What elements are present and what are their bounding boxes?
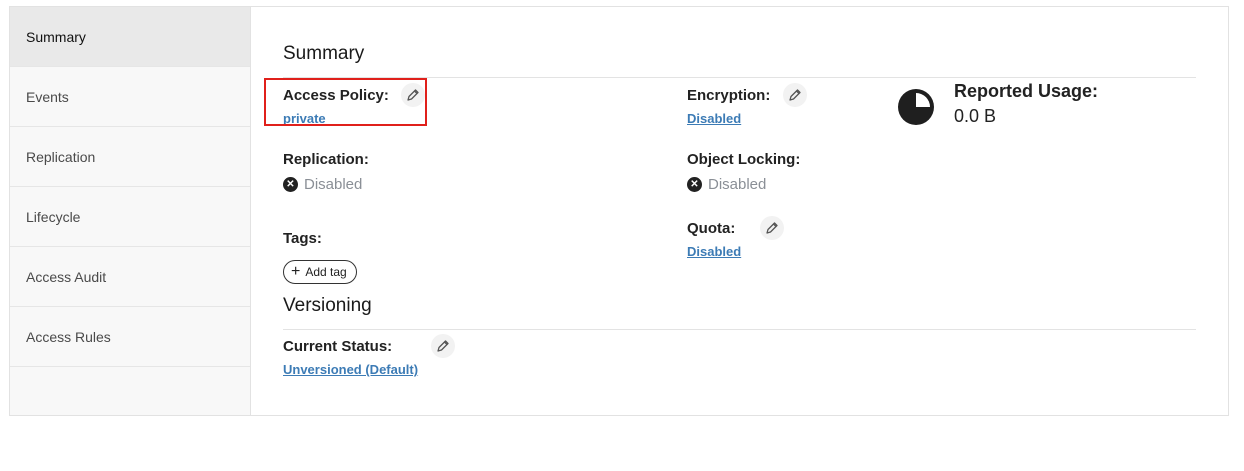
pencil-icon: [789, 89, 801, 101]
access-policy-label: Access Policy:: [283, 86, 389, 104]
versioning-divider: [283, 329, 1196, 330]
disabled-x-icon: ✕: [687, 177, 702, 192]
pencil-icon: [766, 222, 778, 234]
access-policy-value[interactable]: private: [283, 111, 425, 126]
reported-usage-value: 0.0 B: [954, 106, 997, 126]
current-status-field: Current Status: Unversioned (Default): [283, 334, 455, 377]
quota-field: Quota: Disabled: [687, 216, 784, 259]
access-policy-edit-button[interactable]: [401, 83, 426, 107]
summary-divider: [283, 77, 1196, 78]
replication-field: Replication: ✕ Disabled: [283, 151, 369, 193]
sidebar-item-lifecycle[interactable]: Lifecycle: [10, 187, 250, 247]
sidebar-item-events[interactable]: Events: [10, 67, 250, 127]
versioning-title: Versioning: [283, 295, 372, 316]
encryption-value[interactable]: Disabled: [687, 111, 807, 126]
quota-label: Quota:: [687, 219, 736, 237]
pencil-icon: [436, 340, 449, 352]
object-locking-field: Object Locking: ✕ Disabled: [687, 151, 800, 193]
object-locking-label: Object Locking:: [687, 151, 801, 169]
replication-status: ✕ Disabled: [283, 176, 369, 193]
add-tag-label: Add tag: [305, 265, 347, 279]
sidebar-item-summary[interactable]: Summary: [10, 7, 250, 67]
sidebar-item-access-rules[interactable]: Access Rules: [10, 307, 250, 367]
summary-title: Summary: [283, 43, 365, 64]
replication-value: Disabled: [304, 176, 363, 193]
quota-value[interactable]: Disabled: [687, 244, 784, 259]
plus-icon: +: [291, 263, 301, 280]
disabled-x-icon: ✕: [283, 177, 298, 192]
versioning-edit-button[interactable]: [430, 334, 455, 358]
bucket-panel: Summary Events Replication Lifecycle Acc…: [9, 6, 1229, 416]
object-locking-value: Disabled: [708, 176, 767, 193]
encryption-field: Encryption: Disabled: [687, 83, 807, 126]
tags-field: Tags:: [283, 230, 322, 248]
pencil-icon: [407, 89, 420, 101]
object-locking-status: ✕ Disabled: [687, 176, 800, 193]
tags-label: Tags:: [283, 230, 322, 248]
pie-chart-icon: [898, 89, 934, 125]
replication-label: Replication:: [283, 151, 369, 169]
main-content: Summary Access Policy: private Encryptio…: [251, 7, 1228, 415]
access-policy-field: Access Policy: private: [283, 83, 426, 126]
current-status-value[interactable]: Unversioned (Default): [283, 362, 455, 377]
encryption-label: Encryption:: [687, 86, 771, 104]
reported-usage-label: Reported Usage:: [954, 81, 1099, 101]
sidebar-item-access-audit[interactable]: Access Audit: [10, 247, 250, 307]
sidebar: Summary Events Replication Lifecycle Acc…: [10, 7, 251, 415]
encryption-edit-button[interactable]: [782, 83, 807, 107]
sidebar-item-replication[interactable]: Replication: [10, 127, 250, 187]
reported-usage-field: Reported Usage: 0.0 B: [954, 81, 1098, 127]
quota-edit-button[interactable]: [759, 216, 784, 240]
add-tag-button[interactable]: + Add tag: [283, 260, 357, 284]
current-status-label: Current Status:: [283, 337, 393, 355]
